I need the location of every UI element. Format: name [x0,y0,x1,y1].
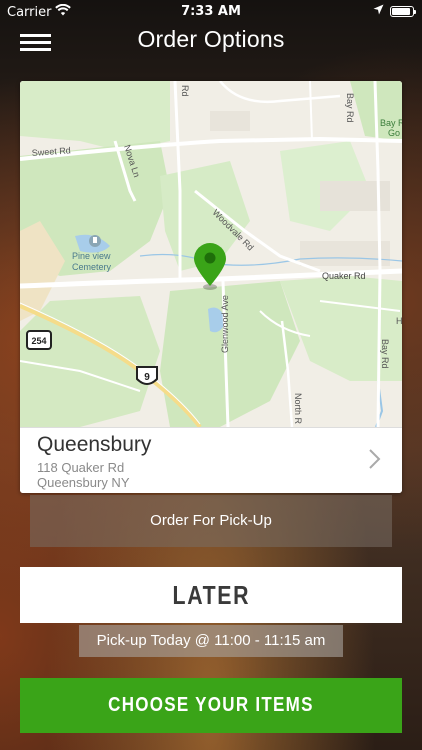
route-254-shield-icon: 254 [26,330,52,350]
status-time: 7:33 AM [181,4,241,19]
location-name: Queensbury [37,433,152,456]
battery-fill [392,8,410,15]
page-title: Order Options [137,26,285,52]
later-button-label: LATER [172,580,250,610]
map-label-rd-top: Rd [180,85,190,97]
route-254-label: 254 [31,336,46,346]
route-9-shield-icon: 9 [136,366,158,385]
order-for-pickup-button[interactable]: Order For Pick-Up [30,495,392,547]
later-button[interactable]: LATER [20,567,402,623]
map-label-bay-r: Bay R [380,118,402,128]
battery-icon [390,6,416,17]
map-label-go: Go [388,128,400,138]
status-bar: Carrier 7:33 AM [0,0,422,22]
location-city: Queensbury NY [37,475,130,490]
map-label-pineview: Pine view [72,251,111,261]
map-label-north-r: North R [293,393,303,425]
map-label-glenwood: Glenwood Ave [220,295,230,353]
location-row[interactable]: Queensbury 118 Quaker Rd Queensbury NY [20,427,402,493]
map-label-cemetery: Cemetery [72,262,112,272]
location-street: 118 Quaker Rd [37,460,125,475]
map-view[interactable]: Sweet Rd Nova Ln Rd Bay Rd Bay R Go Wood… [20,81,402,427]
pickup-time-label: Pick-up Today @ 11:00 - 11:15 am [79,625,343,657]
location-card: Sweet Rd Nova Ln Rd Bay Rd Bay R Go Wood… [20,81,402,493]
map-label-bay-rd-top: Bay Rd [345,93,355,123]
map-label-quaker-rd: Quaker Rd [322,271,366,281]
route-9-label: 9 [144,372,150,383]
cemetery-icon [89,235,101,247]
choose-your-items-button[interactable]: CHOOSE YOUR ITEMS [20,678,402,733]
choose-your-items-label: CHOOSE YOUR ITEMS [108,694,314,716]
location-arrow-icon [373,4,384,19]
map-label-bay-rd-lower: Bay Rd [380,339,390,369]
map-canvas: Sweet Rd Nova Ln Rd Bay Rd Bay R Go Wood… [20,81,402,427]
chevron-right-icon [368,448,382,470]
header: Order Options [0,22,422,62]
map-label-edge-h: H [396,316,402,326]
